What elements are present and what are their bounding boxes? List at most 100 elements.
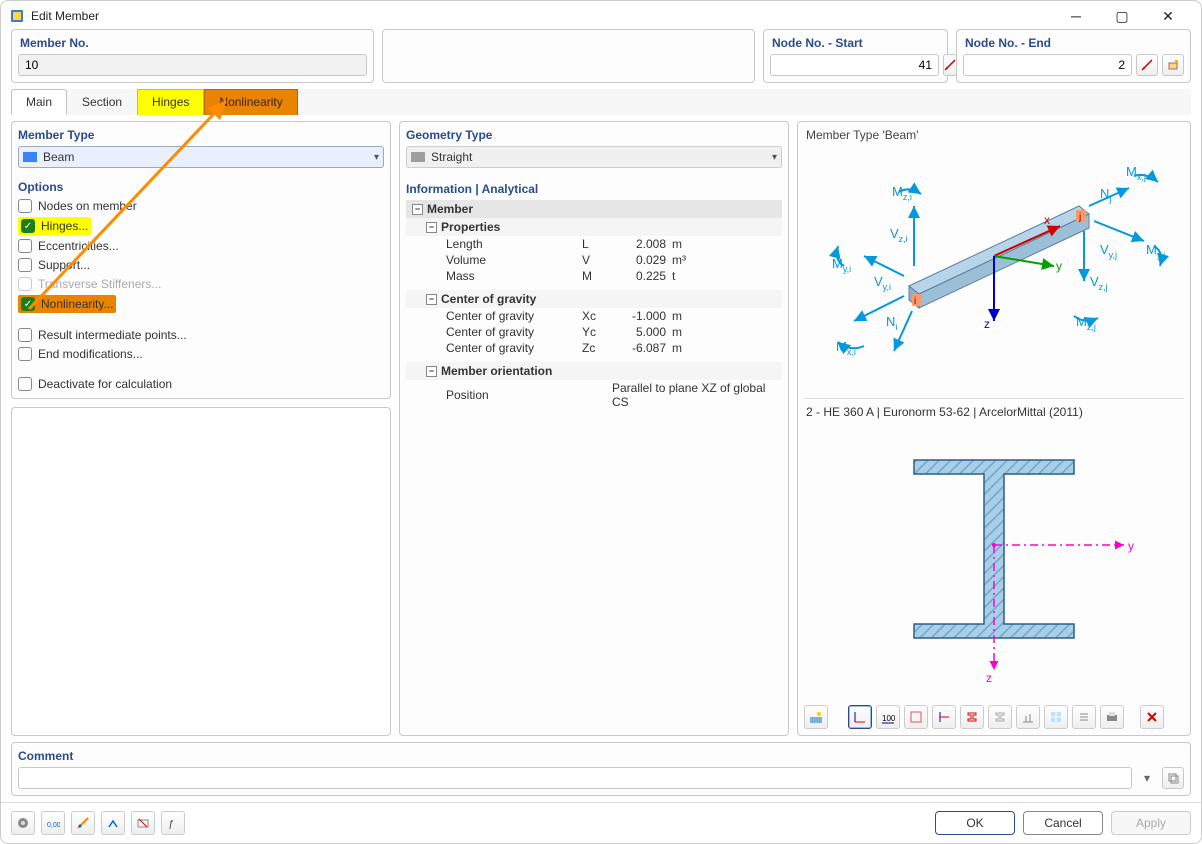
option-checkbox-rip[interactable] xyxy=(18,328,32,342)
option-hinges[interactable]: ✓Hinges... xyxy=(18,217,91,235)
geometry-type-label: Geometry Type xyxy=(406,126,782,146)
node-start-input[interactable] xyxy=(770,54,939,76)
chevron-down-icon: ▾ xyxy=(772,152,777,163)
option-label: End modifications... xyxy=(38,347,143,361)
option-nodes[interactable]: Nodes on member xyxy=(18,198,384,214)
preview-tool-4[interactable] xyxy=(932,705,956,729)
option-checkbox-support[interactable] xyxy=(18,258,32,272)
svg-text:i: i xyxy=(914,296,916,307)
preview-tool-grid[interactable] xyxy=(1044,705,1068,729)
tree-cg: Center of gravity xyxy=(441,292,536,306)
footer-tool-units[interactable]: 0,00 xyxy=(41,811,65,835)
svg-text:y: y xyxy=(1056,259,1062,273)
pick-node-start-icon[interactable] xyxy=(943,54,957,76)
svg-text:Mx,i: Mx,i xyxy=(836,339,856,357)
node-end-input[interactable] xyxy=(963,54,1132,76)
preview-tool-dimensions[interactable]: 100 xyxy=(876,705,900,729)
option-checkbox-ecc[interactable] xyxy=(18,239,32,253)
node-start-label: Node No. - Start xyxy=(770,34,941,54)
footer-tool-5[interactable] xyxy=(131,811,155,835)
svg-text:0,00: 0,00 xyxy=(47,822,60,829)
option-rip[interactable]: Result intermediate points... xyxy=(18,327,384,343)
svg-text:ƒ: ƒ xyxy=(168,819,174,830)
member-type-label: Member Type xyxy=(18,126,384,146)
footer-tool-3[interactable] xyxy=(71,811,95,835)
preview-toolbar: 100 xyxy=(804,701,1184,729)
svg-text:Mz,i: Mz,i xyxy=(892,184,912,202)
member-type-value: Beam xyxy=(43,150,74,164)
title-bar: Edit Member ─ ▢ ✕ xyxy=(1,1,1201,29)
svg-text:y: y xyxy=(1128,539,1134,553)
footer-tool-script[interactable]: ƒ xyxy=(161,811,185,835)
svg-text:x: x xyxy=(1044,213,1050,227)
tab-nonlinearity[interactable]: Nonlinearity xyxy=(204,89,297,115)
option-support[interactable]: Support... xyxy=(18,257,384,273)
preview-tool-axes[interactable] xyxy=(848,705,872,729)
option-checkbox-nonlin[interactable]: ✓ xyxy=(21,297,35,311)
option-checkbox-endmod[interactable] xyxy=(18,347,32,361)
option-deact[interactable]: Deactivate for calculation xyxy=(18,376,384,392)
option-ecc[interactable]: Eccentricities... xyxy=(18,238,384,254)
collapse-icon[interactable]: − xyxy=(426,222,437,233)
footer-tool-4[interactable] xyxy=(101,811,125,835)
tab-bar: Main Section Hinges Nonlinearity xyxy=(11,89,1191,115)
svg-text:Vy,j: Vy,j xyxy=(1100,242,1117,260)
option-nonlin[interactable]: ✓Nonlinearity... xyxy=(18,295,116,313)
option-label: Transverse Stiffeners... xyxy=(38,277,161,291)
collapse-icon[interactable]: − xyxy=(412,204,423,215)
tree-member: Member xyxy=(427,202,473,216)
apply-button[interactable]: Apply xyxy=(1111,811,1191,835)
comment-dropdown-icon[interactable]: ▾ xyxy=(1138,771,1156,785)
comment-copy-icon[interactable] xyxy=(1162,767,1184,789)
svg-text:My,i: My,i xyxy=(832,256,851,274)
preview-tool-1[interactable] xyxy=(804,705,828,729)
tab-section[interactable]: Section xyxy=(67,89,137,115)
minimize-button[interactable]: ─ xyxy=(1053,4,1099,28)
option-checkbox-deact[interactable] xyxy=(18,377,32,391)
preview-tool-print[interactable] xyxy=(1100,705,1124,729)
tree-properties: Properties xyxy=(441,220,500,234)
preview-tool-delete[interactable] xyxy=(1140,705,1164,729)
preview-tool-values[interactable] xyxy=(1016,705,1040,729)
section-title: 2 - HE 360 A | Euronorm 53-62 | ArcelorM… xyxy=(804,405,1184,419)
svg-text:100: 100 xyxy=(882,714,895,723)
geometry-type-dropdown[interactable]: Straight ▾ xyxy=(406,146,782,168)
option-label: Support... xyxy=(38,258,90,272)
app-icon xyxy=(9,8,25,24)
preview-tool-section-red[interactable] xyxy=(960,705,984,729)
info-analytical-label: Information | Analytical xyxy=(406,180,782,200)
footer-tool-help[interactable] xyxy=(11,811,35,835)
option-label: Nodes on member xyxy=(38,199,137,213)
option-checkbox-hinges[interactable]: ✓ xyxy=(21,219,35,233)
pick-node-end-icon[interactable] xyxy=(1136,54,1158,76)
comment-label: Comment xyxy=(18,747,1184,767)
preview-tool-section-gray[interactable] xyxy=(988,705,1012,729)
tree-orientation: Member orientation xyxy=(441,364,552,378)
beam-preview: i j x y z xyxy=(804,146,1184,396)
member-type-dropdown[interactable]: Beam ▾ xyxy=(18,146,384,168)
new-node-end-icon[interactable] xyxy=(1162,54,1184,76)
window-title: Edit Member xyxy=(31,9,99,23)
svg-text:Vz,i: Vz,i xyxy=(890,226,908,244)
preview-tool-list[interactable] xyxy=(1072,705,1096,729)
option-checkbox-stiff xyxy=(18,277,32,291)
collapse-icon[interactable]: − xyxy=(426,294,437,305)
option-stiff: Transverse Stiffeners... xyxy=(18,276,384,292)
collapse-icon[interactable]: − xyxy=(426,366,437,377)
member-no-input[interactable] xyxy=(18,54,367,76)
option-label: Result intermediate points... xyxy=(38,328,187,342)
tab-hinges[interactable]: Hinges xyxy=(137,89,204,115)
close-button[interactable]: ✕ xyxy=(1145,4,1191,28)
option-checkbox-nodes[interactable] xyxy=(18,199,32,213)
preview-tool-3[interactable] xyxy=(904,705,928,729)
geometry-type-value: Straight xyxy=(431,150,472,164)
preview-title: Member Type 'Beam' xyxy=(804,128,1184,146)
options-label: Options xyxy=(18,178,384,198)
cancel-button[interactable]: Cancel xyxy=(1023,811,1103,835)
comment-input[interactable] xyxy=(18,767,1132,789)
ok-button[interactable]: OK xyxy=(935,811,1015,835)
tab-main[interactable]: Main xyxy=(11,89,67,115)
maximize-button[interactable]: ▢ xyxy=(1099,4,1145,28)
option-endmod[interactable]: End modifications... xyxy=(18,346,384,362)
svg-text:Vz,j: Vz,j xyxy=(1090,274,1108,292)
